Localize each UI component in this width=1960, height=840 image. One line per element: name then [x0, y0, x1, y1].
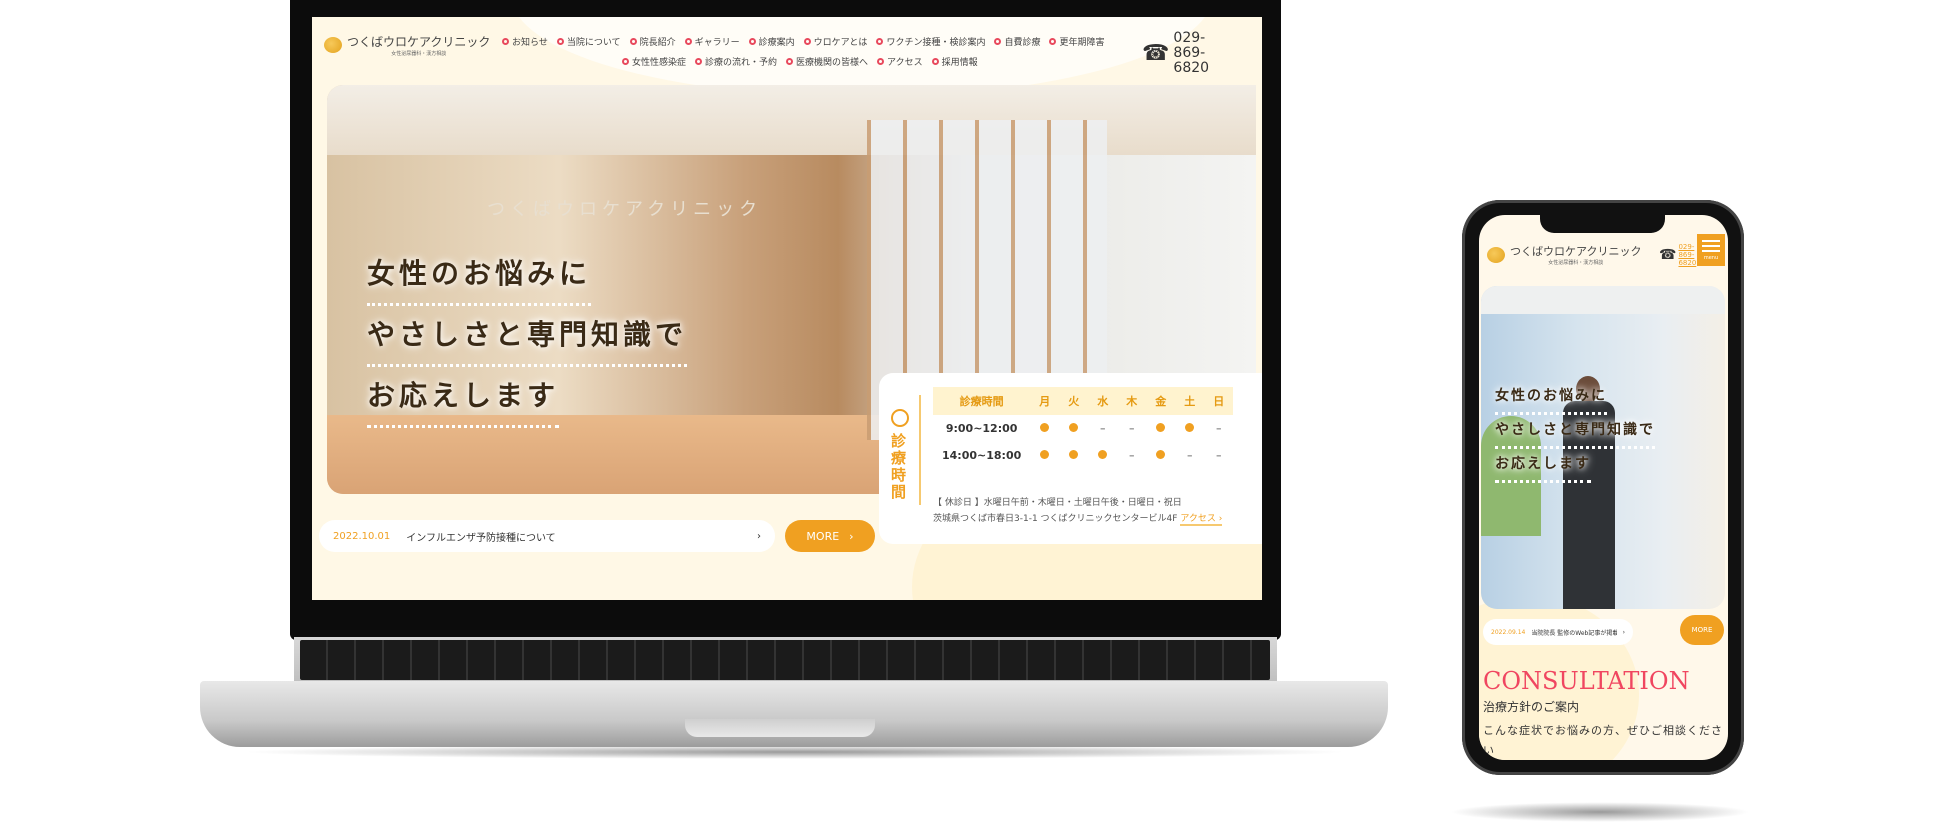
- open-dot-icon: [1059, 415, 1088, 442]
- chevron-right-icon: ›: [1622, 628, 1625, 636]
- phone-number[interactable]: ☎ 029- 869- 6820: [1659, 243, 1696, 267]
- schedule-time: 14:00~18:00: [942, 449, 1022, 462]
- schedule-header-cell: 日: [1204, 387, 1234, 415]
- ginkgo-logo-icon: [324, 37, 342, 53]
- schedule-header-cell: 診療時間: [933, 387, 1031, 415]
- ginkgo-logo-icon: [1487, 246, 1505, 263]
- nav-item[interactable]: アクセス: [877, 55, 923, 68]
- menu-button[interactable]: menu: [1697, 234, 1725, 266]
- schedule-header-cell: 木: [1117, 387, 1147, 415]
- access-link[interactable]: アクセス ›: [1180, 514, 1223, 526]
- schedule-time: 9:00~12:00: [945, 422, 1018, 435]
- ring-bullet-icon: [695, 58, 703, 65]
- ring-bullet-icon: [684, 38, 692, 45]
- ring-bullet-icon: [1049, 38, 1057, 45]
- ring-bullet-icon: [629, 38, 637, 45]
- closed-dash: –: [1187, 449, 1193, 462]
- ring-bullet-icon: [786, 58, 794, 65]
- schedule-header-cell: 月: [1030, 387, 1060, 415]
- open-dot-icon: [1088, 442, 1117, 469]
- nav-item[interactable]: 医療機関の皆様へ: [786, 55, 868, 68]
- ring-bullet-icon: [748, 38, 756, 45]
- telephone-icon: ☎: [1142, 41, 1170, 66]
- schedule-row: 9:00~12:00 – – –: [933, 415, 1233, 442]
- section-title-en: CONSULTATION: [1483, 667, 1690, 695]
- schedule-header-cell: 水: [1088, 387, 1118, 415]
- keyboard: [300, 640, 1270, 680]
- laptop-screen: つくばウロケアクリニック 女性泌尿器科・漢方相談 お知らせ 当院について 院長紹介 ギャ…: [312, 17, 1262, 600]
- closed-dash: –: [1129, 449, 1135, 462]
- more-button[interactable]: MORE: [1680, 615, 1724, 645]
- hero-image: 女性のお悩みに やさしさと専門知識で お応えします: [1481, 286, 1725, 609]
- schedule-header-cell: 土: [1175, 387, 1205, 415]
- laptop-base: [200, 681, 1388, 747]
- site-logo[interactable]: つくばウロケアクリニック 女性泌尿器科・漢方相談: [1487, 243, 1641, 266]
- open-dot-icon: [1146, 442, 1175, 469]
- open-dot-icon: [1175, 415, 1204, 442]
- hero-headline: 女性のお悩みに やさしさと専門知識で お応えします: [367, 245, 688, 428]
- nav-item[interactable]: 診療の流れ・予約: [695, 55, 777, 68]
- nav-item[interactable]: お知らせ: [502, 35, 548, 48]
- nav-item[interactable]: ワクチン接種・検診案内: [876, 35, 985, 48]
- ring-bullet-icon: [556, 38, 564, 45]
- closed-dash: –: [1129, 422, 1135, 435]
- nav-item[interactable]: 院長紹介: [629, 35, 676, 48]
- open-dot-icon: [1146, 415, 1175, 442]
- ring-bullet-icon: [876, 38, 884, 45]
- chevron-right-icon: ›: [757, 530, 761, 542]
- clock-icon: [891, 409, 909, 427]
- site-logo[interactable]: つくばウロケアクリニック 女性泌尿器科・漢方相談: [324, 33, 490, 57]
- nav-item[interactable]: 当院について: [556, 35, 621, 48]
- closed-dash: –: [1216, 422, 1222, 435]
- closed-dash: –: [1100, 422, 1106, 435]
- ring-bullet-icon: [877, 58, 885, 65]
- nav-item[interactable]: 更年期障害: [1049, 35, 1104, 48]
- phone-number[interactable]: ☎ 029- 869- 6820: [1142, 31, 1209, 76]
- phone-notch: [1540, 213, 1665, 233]
- schedule-table: 診療時間月火水木金土日 9:00~12:00 – – – 14:00~18:00 – – –: [933, 387, 1234, 469]
- nav-item[interactable]: 採用情報: [931, 55, 978, 68]
- ring-bullet-icon: [994, 38, 1002, 45]
- nav-item[interactable]: 診療案内: [748, 35, 795, 48]
- section-title-ja: 治療方針のご案内: [1483, 700, 1580, 714]
- ring-bullet-icon: [622, 58, 629, 65]
- open-dot-icon: [1030, 442, 1059, 469]
- closed-dash: –: [1216, 449, 1222, 462]
- section-lead: こんな症状でお悩みの方、ぜひご相談ください: [1483, 724, 1723, 757]
- open-dot-icon: [1059, 442, 1088, 469]
- ring-bullet-icon: [803, 38, 811, 45]
- ring-bullet-icon: [502, 38, 509, 45]
- nav-item[interactable]: 女性性感染症: [622, 55, 686, 68]
- phone-screen: つくばウロケアクリニック 女性泌尿器科・漢方相談 ☎ 029- 869- 6820 m…: [1479, 215, 1728, 760]
- main-nav-row1: お知らせ 当院について 院長紹介 ギャラリー 診療案内 ウロケアとは ワクチン接種・検診案内…: [502, 35, 1104, 48]
- news-ticker[interactable]: 2022.10.01 インフルエンザ予防接種について ›: [319, 520, 775, 552]
- schedule-card: 診療時間 診療時間月火水木金土日 9:00~12:00 – – – 14:00~18:00…: [879, 373, 1262, 544]
- telephone-icon: ☎: [1659, 247, 1677, 263]
- ring-bullet-icon: [931, 58, 939, 65]
- nav-item[interactable]: ウロケアとは: [803, 35, 867, 48]
- open-dot-icon: [1030, 415, 1059, 442]
- more-button[interactable]: MORE ›: [785, 520, 875, 552]
- schedule-header-cell: 火: [1059, 387, 1089, 415]
- laptop-lid-notch: [685, 719, 875, 737]
- news-ticker[interactable]: 2022.09.14 当院院長 監修のWeb記事が掲載… ›: [1483, 619, 1633, 645]
- nav-item[interactable]: 自費診療: [994, 35, 1040, 48]
- nav-item[interactable]: ギャラリー: [684, 35, 740, 48]
- chevron-right-icon: ›: [849, 529, 854, 543]
- main-nav-row2: 女性性感染症 診療の流れ・予約 医療機関の皆様へ アクセス 採用情報: [622, 55, 978, 68]
- hero-headline: 女性のお悩みに やさしさと専門知識で お応えします: [1495, 381, 1655, 483]
- schedule-row: 14:00~18:00 – – –: [933, 442, 1233, 469]
- schedule-header-cell: 金: [1146, 387, 1176, 415]
